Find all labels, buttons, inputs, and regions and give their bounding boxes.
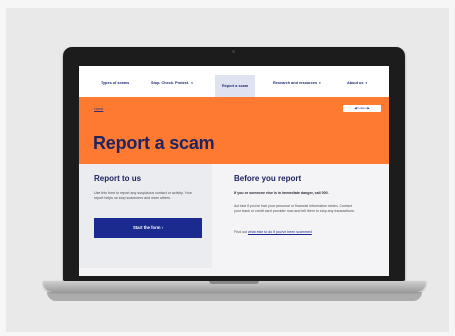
chevron-down-icon: ▾ — [191, 81, 193, 85]
listen-button[interactable]: ◀) Listen ▶ — [343, 105, 381, 112]
camera-icon — [232, 50, 235, 53]
hero-banner: Home ◀) Listen ▶ Report a scam — [79, 97, 389, 164]
laptop-shadow — [47, 292, 422, 301]
start-form-button[interactable]: Start the form › — [94, 218, 202, 238]
content-area: Report to us Use this form to report any… — [79, 164, 389, 276]
nav-item-stop-check-protect[interactable]: Stop. Check. Protect. ▾ — [151, 79, 193, 87]
nav-item-report-a-scam[interactable]: Report a scam — [215, 75, 256, 97]
report-card-title: Report to us — [94, 174, 142, 183]
what-else-link[interactable]: what else to do if you've been scammed — [248, 230, 312, 234]
danger-notice: If you or someone else is in immediate d… — [234, 191, 329, 195]
laptop-lid: Types of scams Stop. Check. Protect. ▾ R… — [63, 47, 405, 281]
breadcrumb-home[interactable]: Home — [94, 107, 103, 111]
nav-item-label: Report a scam — [222, 84, 249, 88]
nav-item-about-us[interactable]: About us ▾ — [347, 79, 367, 87]
laptop-base — [43, 281, 426, 292]
nav-item-research-and-resources[interactable]: Research and resources ▾ — [273, 79, 321, 87]
find-out-prefix: Find out — [234, 230, 248, 234]
report-card: Report to us Use this form to report any… — [79, 164, 212, 268]
report-card-body: Use this form to report any suspicious c… — [94, 191, 192, 200]
nav-item-label: About us — [347, 81, 364, 85]
nav-item-label: Stop. Check. Protect. — [151, 81, 190, 85]
chevron-down-icon: ▾ — [319, 81, 321, 85]
nav-item-types-of-scams[interactable]: Types of scams — [101, 79, 129, 87]
act-fast-text: Act fast if you've had your personal or … — [234, 204, 355, 213]
top-navigation: Types of scams Stop. Check. Protect. ▾ R… — [79, 66, 389, 98]
chevron-down-icon: ▾ — [365, 81, 368, 85]
before-report-title: Before you report — [234, 174, 302, 183]
laptop-screen: Types of scams Stop. Check. Protect. ▾ R… — [79, 66, 389, 276]
page-title: Report a scam — [93, 133, 215, 153]
laptop-notch — [209, 281, 259, 284]
nav-item-label: Types of scams — [101, 81, 130, 85]
nav-item-label: Research and resources — [273, 81, 318, 85]
find-out-text: Find out what else to do if you've been … — [234, 230, 384, 234]
